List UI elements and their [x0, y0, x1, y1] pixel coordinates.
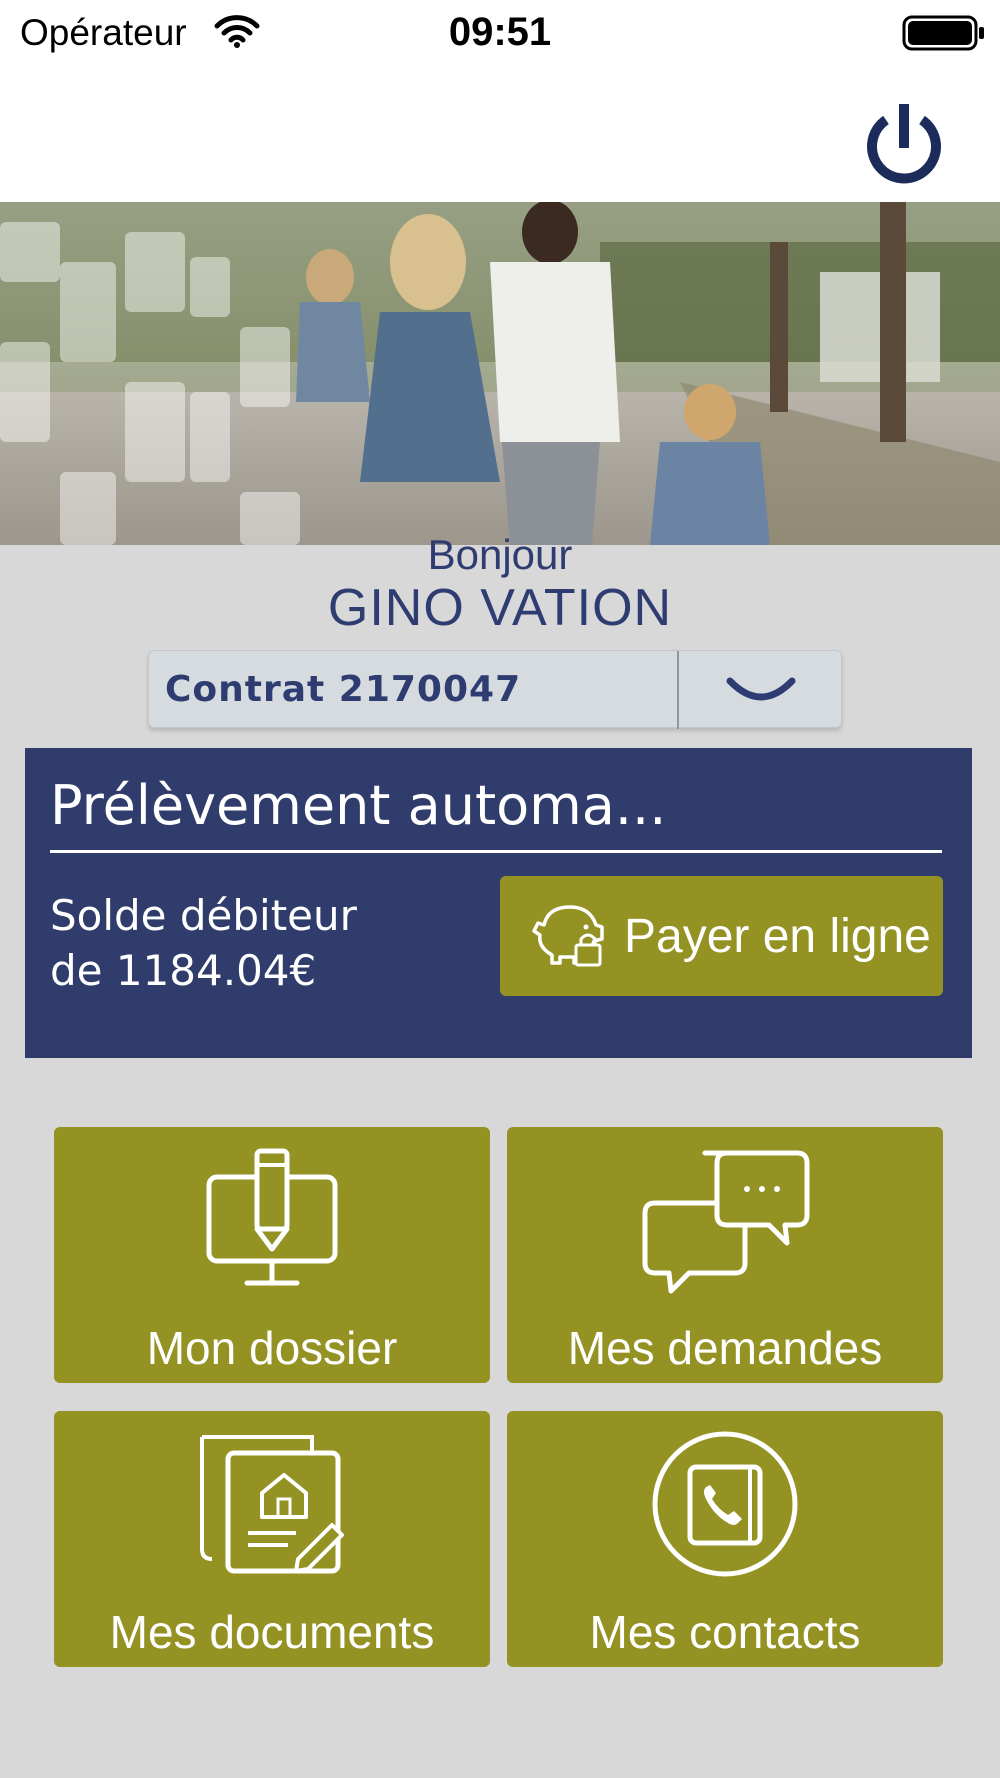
power-icon[interactable] — [864, 86, 944, 190]
chevron-down-icon[interactable] — [679, 651, 843, 729]
piggy-bank-lock-icon — [530, 899, 606, 973]
tile-mes-contacts[interactable]: Mes contacts — [507, 1411, 943, 1667]
tile-label: Mes demandes — [567, 1322, 883, 1374]
status-bar: Opérateur 09:51 — [0, 0, 1000, 68]
hero-banner-image — [0, 202, 1000, 545]
battery-icon — [902, 14, 986, 56]
status-time: 09:51 — [448, 10, 552, 54]
top-navigation-bar — [0, 68, 1000, 202]
contract-selected-value: Contrat 2170047 — [165, 669, 522, 710]
contract-dropdown[interactable]: Contrat 2170047 — [148, 650, 843, 729]
phone-book-icon — [507, 1429, 943, 1579]
computer-pen-icon — [54, 1145, 490, 1295]
user-name: GINO VATION — [327, 579, 673, 637]
tile-mon-dossier[interactable]: Mon dossier — [54, 1127, 490, 1383]
tile-label: Mes contacts — [589, 1606, 861, 1658]
tile-label: Mon dossier — [146, 1322, 398, 1374]
payment-method-title: Prélèvement automa... — [50, 774, 667, 837]
chat-bubbles-icon — [507, 1145, 943, 1295]
balance-text: Solde débiteur de 1184.04€ — [50, 888, 450, 998]
greeting-hello: Bonjour — [427, 531, 573, 578]
documents-house-icon — [54, 1429, 490, 1579]
pay-online-label: Payer en ligne — [624, 909, 931, 963]
tile-label: Mes documents — [109, 1606, 435, 1658]
balance-line-2: de 1184.04€ — [50, 946, 317, 995]
payment-divider — [50, 850, 942, 853]
pay-online-button[interactable]: Payer en ligne — [500, 876, 943, 996]
balance-line-1: Solde débiteur — [50, 891, 357, 940]
tile-mes-documents[interactable]: Mes documents — [54, 1411, 490, 1667]
greeting: Bonjour GINO VATION — [0, 530, 1000, 636]
tile-mes-demandes[interactable]: Mes demandes — [507, 1127, 943, 1383]
payment-card: Prélèvement automa... Solde débiteur de … — [25, 748, 972, 1058]
